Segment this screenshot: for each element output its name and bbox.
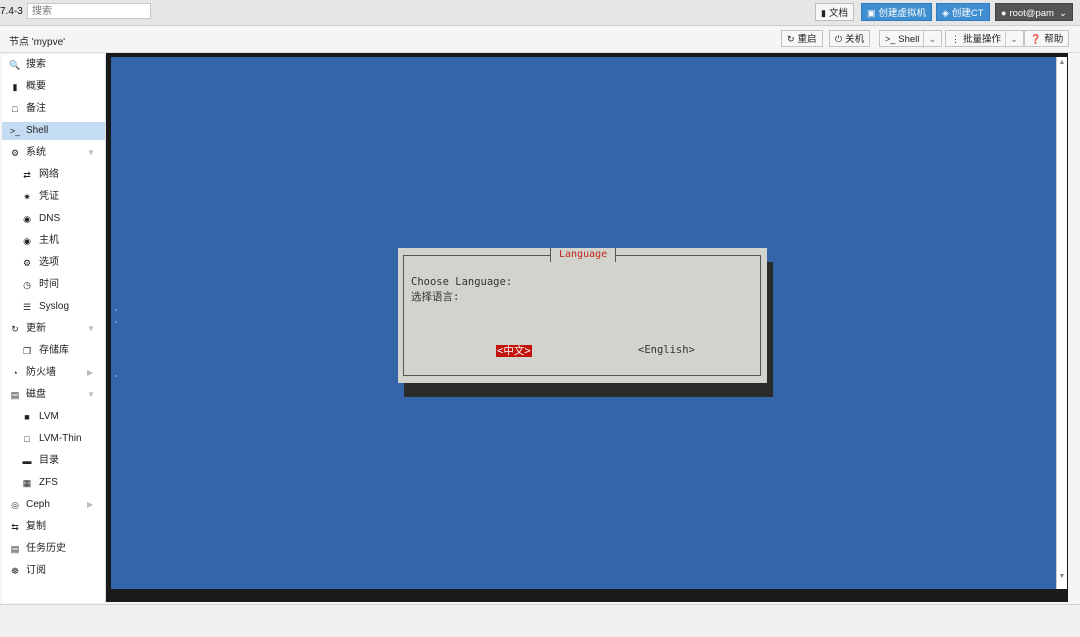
- sidebar-item-notes[interactable]: □ 备注: [2, 100, 105, 118]
- gears-icon: ⚙: [10, 148, 20, 158]
- sidebar-item-firewall[interactable]: ◔ 防火墙 ▶: [2, 364, 105, 382]
- refresh-icon: ↻: [11, 324, 19, 334]
- ellipsis-v-icon: ⋮: [951, 34, 960, 44]
- sidebar-item-disks[interactable]: ▤ 磁盘 ▼: [2, 386, 105, 404]
- list-icon: ☰: [22, 302, 32, 312]
- power-icon: ⏻: [835, 34, 843, 44]
- chevron-down-icon: ⌄: [1058, 8, 1067, 19]
- clock-icon: ◷: [23, 280, 31, 290]
- globe-icon: ◉: [23, 236, 31, 246]
- sidebar-item-network[interactable]: ⇄ 网络: [2, 166, 105, 184]
- search-icon: 🔍: [9, 60, 21, 70]
- desktop-icon: ▣: [867, 8, 876, 18]
- terminal-scrollbar[interactable]: ▲ ▼: [1056, 57, 1067, 589]
- grid-icon: ▦: [22, 478, 32, 488]
- shell-button[interactable]: >_ Shell ⌄: [879, 30, 943, 48]
- gear-icon: ⚙: [22, 258, 32, 268]
- help-button[interactable]: ❓ 帮助: [1024, 30, 1070, 47]
- sidebar-item-zfs[interactable]: ▦ ZFS: [2, 474, 105, 492]
- node-toolbar: 节点 'mypve' ↻ 重启 ⏻ 关机 >_ Shell ⌄ ⋮ 批量操作 ⌄ ❓ 帮助: [0, 26, 1080, 53]
- bulk-actions-button[interactable]: ⋮ 批量操作 ⌄: [945, 30, 1024, 48]
- cursor-dot: [115, 375, 117, 377]
- prompt-line-2: 选择语言:: [411, 291, 460, 303]
- sidebar-item-lvm-thin[interactable]: □ LVM-Thin: [2, 430, 105, 448]
- files-icon: ❐: [22, 346, 32, 356]
- reboot-button[interactable]: ↻ 重启: [781, 30, 823, 47]
- sidebar-item-dns[interactable]: ◉ DNS: [2, 210, 105, 228]
- terminal-icon: >_: [9, 126, 21, 136]
- sidebar-item-search[interactable]: 🔍 搜索: [2, 56, 105, 74]
- book-icon: ▮: [821, 8, 826, 18]
- shutdown-button[interactable]: ⏻ 关机: [829, 30, 871, 47]
- user-icon: ●: [1001, 8, 1007, 18]
- search-input[interactable]: [27, 3, 151, 19]
- option-english[interactable]: <English>: [638, 344, 695, 356]
- sidebar-item-certificates[interactable]: ✷ 凭证: [2, 188, 105, 206]
- chevron-down-icon[interactable]: ▼: [87, 386, 95, 404]
- docs-button[interactable]: ▮ 文档: [815, 3, 854, 21]
- dialog-title: Language: [550, 248, 617, 262]
- chevron-right-icon[interactable]: ▶: [87, 364, 93, 382]
- hdd-icon: ▤: [10, 390, 20, 400]
- exchange-icon: ⇄: [23, 170, 31, 180]
- list-alt-icon: ▤: [10, 544, 20, 554]
- cube-icon: ◈: [942, 8, 949, 18]
- sidebar-item-shell[interactable]: >_ Shell: [2, 122, 105, 140]
- support-icon: ☸: [10, 566, 20, 576]
- language-dialog: [398, 248, 767, 383]
- arrow-up-icon[interactable]: ▲: [1057, 59, 1067, 66]
- chevron-down-icon[interactable]: ⌄: [923, 31, 936, 48]
- note-icon: □: [12, 104, 18, 114]
- sidebar-item-lvm[interactable]: ■ LVM: [2, 408, 105, 426]
- sidebar-item-repositories[interactable]: ❐ 存储库: [2, 342, 105, 360]
- sidebar-item-ceph[interactable]: ◎ Ceph ▶: [2, 496, 105, 514]
- shield-icon: ◔: [12, 368, 18, 378]
- create-ct-button[interactable]: ◈ 创建CT: [936, 3, 990, 21]
- user-menu-button[interactable]: ● root@pam ⌄: [995, 3, 1073, 21]
- sidebar-item-replication[interactable]: ⇆ 复制: [2, 518, 105, 536]
- sidebar-item-hosts[interactable]: ◉ 主机: [2, 232, 105, 250]
- undo-icon: ↻: [787, 34, 795, 44]
- globe-icon: ◉: [23, 214, 31, 224]
- certificate-icon: ✷: [23, 192, 31, 202]
- folder-icon: ▬: [22, 456, 32, 466]
- sidebar-item-options[interactable]: ⚙ 选项: [2, 254, 105, 272]
- square-outline-icon: □: [24, 434, 30, 444]
- page-title: 节点 'mypve': [9, 37, 66, 48]
- arrow-down-icon[interactable]: ▼: [1057, 573, 1067, 580]
- create-vm-button[interactable]: ▣ 创建虚拟机: [861, 3, 933, 21]
- retweet-icon: ⇆: [11, 522, 19, 532]
- book-icon: ▮: [12, 82, 18, 92]
- prompt-line-1: Choose Language:: [411, 276, 513, 288]
- sidebar-item-summary[interactable]: ▮ 概要: [2, 78, 105, 96]
- sidebar-item-updates[interactable]: ↻ 更新 ▼: [2, 320, 105, 338]
- version-label: 7.4-3: [0, 6, 23, 17]
- terminal-icon: >_: [885, 34, 896, 44]
- chevron-down-icon[interactable]: ▼: [87, 144, 95, 162]
- sidebar-item-time[interactable]: ◷ 时间: [2, 276, 105, 294]
- sidebar-item-task-history[interactable]: ▤ 任务历史: [2, 540, 105, 558]
- sidebar-item-subscription[interactable]: ☸ 订阅: [2, 562, 105, 580]
- option-chinese[interactable]: <中文>: [496, 343, 532, 358]
- sidebar-item-system[interactable]: ⚙ 系统 ▼: [2, 144, 105, 162]
- cursor-dot: [115, 321, 117, 323]
- question-circle-icon: ❓: [1030, 34, 1042, 44]
- ceph-icon: ◎: [11, 500, 19, 510]
- cursor-dot: [115, 309, 117, 311]
- sidebar-item-directory[interactable]: ▬ 目录: [2, 452, 105, 470]
- square-icon: ■: [24, 412, 30, 422]
- chevron-right-icon[interactable]: ▶: [87, 496, 93, 514]
- chevron-down-icon[interactable]: ▼: [87, 320, 95, 338]
- status-panel: [0, 604, 1080, 637]
- sidebar-item-syslog[interactable]: ☰ Syslog: [2, 298, 105, 316]
- node-sidebar: 🔍 搜索 ▮ 概要 □ 备注 >_ Shell ⚙ 系统 ▼ ⇄ 网络 ✷ 凭证 ◉ DNS ◉ 主…: [2, 55, 106, 603]
- dialog-border: [403, 255, 761, 376]
- top-bar: 7.4-3 ▮文档 ▣创建虚拟机 ◈创建CT ●root@pam⌄: [0, 0, 1080, 26]
- chevron-down-icon: ⌄: [1005, 31, 1018, 48]
